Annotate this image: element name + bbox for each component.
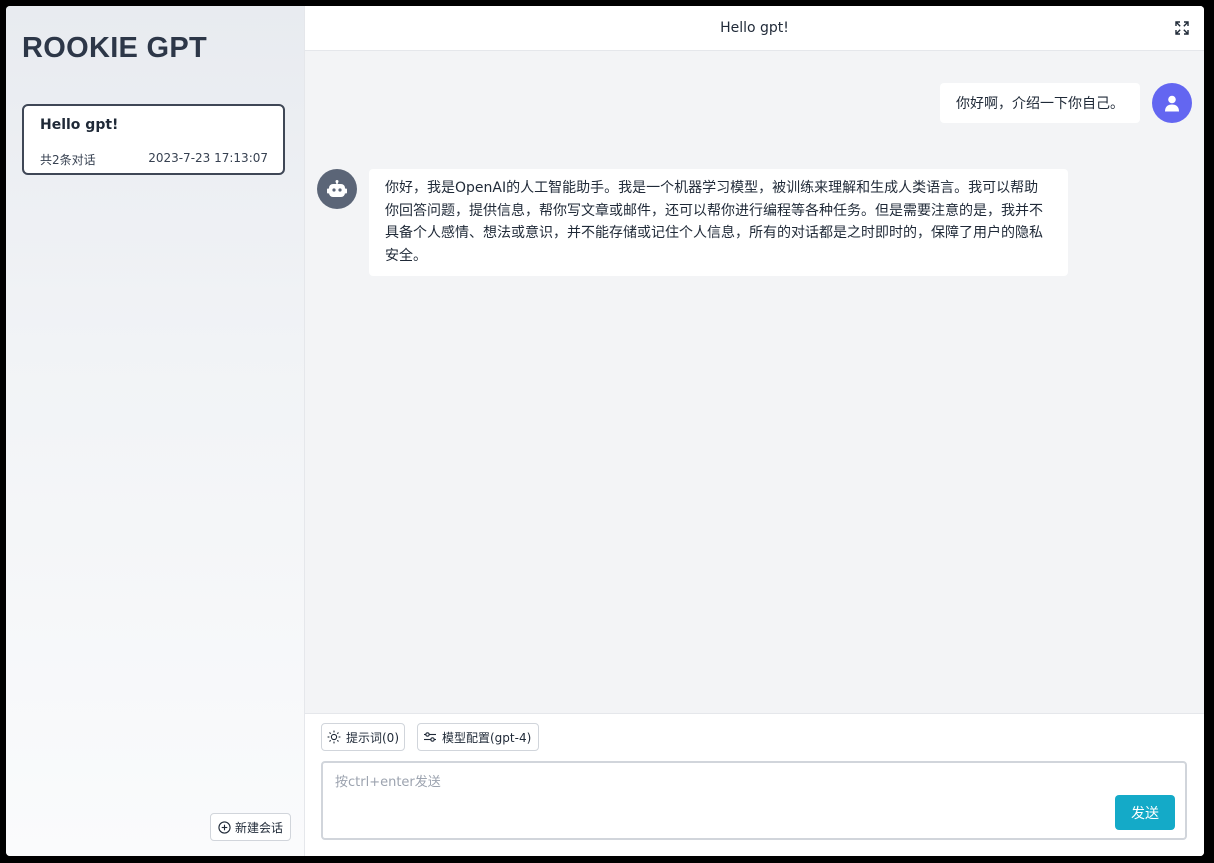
send-button[interactable]: 发送 xyxy=(1115,795,1175,830)
user-message: 你好啊，介绍一下你自己。 xyxy=(940,83,1140,123)
session-timestamp: 2023-7-23 17:13:07 xyxy=(148,151,268,165)
app-window: ROOKIE GPT Hello gpt! 共2条对话 2023-7-23 17… xyxy=(6,6,1204,856)
new-chat-button[interactable]: 新建会话 xyxy=(210,813,292,841)
sidebar: ROOKIE GPT Hello gpt! 共2条对话 2023-7-23 17… xyxy=(6,6,305,856)
assistant-avatar xyxy=(317,169,357,209)
fullscreen-icon[interactable] xyxy=(1174,20,1190,36)
chat-panel: Hello gpt! 你好啊，介绍一下你自己。 你好，我是OpenAI的人工智能… xyxy=(305,6,1204,856)
session-message-count: 共2条对话 xyxy=(40,153,96,167)
session-title: Hello gpt! xyxy=(40,117,119,133)
new-chat-label: 新建会话 xyxy=(235,820,284,835)
chat-title: Hello gpt! xyxy=(720,20,789,36)
assistant-message: 你好，我是OpenAI的人工智能助手。我是一个机器学习模型，被训练来理解和生成人… xyxy=(369,169,1068,276)
user-icon xyxy=(1164,95,1180,112)
brand-title: ROOKIE GPT xyxy=(22,32,208,64)
session-item[interactable]: Hello gpt! 共2条对话 2023-7-23 17:13:07 xyxy=(22,104,285,175)
chat-header: Hello gpt! xyxy=(305,6,1204,51)
model-config-label: 模型配置(gpt-4) xyxy=(442,730,532,745)
sliders-icon xyxy=(423,730,437,744)
message-list: 你好啊，介绍一下你自己。 你好，我是OpenAI的人工智能助手。我是一个机器学习… xyxy=(305,51,1204,714)
robot-icon xyxy=(327,180,347,198)
message-input[interactable] xyxy=(335,771,1095,821)
prompt-button-label: 提示词(0) xyxy=(346,730,399,745)
message-input-box: 发送 xyxy=(321,761,1187,840)
plus-circle-icon xyxy=(218,820,231,834)
prompt-button[interactable]: 提示词(0) xyxy=(321,723,405,751)
composer: 提示词(0) 模型配置(gpt-4) 发送 xyxy=(305,713,1204,856)
user-avatar xyxy=(1152,83,1192,123)
sun-icon xyxy=(327,730,341,744)
model-config-button[interactable]: 模型配置(gpt-4) xyxy=(417,723,539,751)
